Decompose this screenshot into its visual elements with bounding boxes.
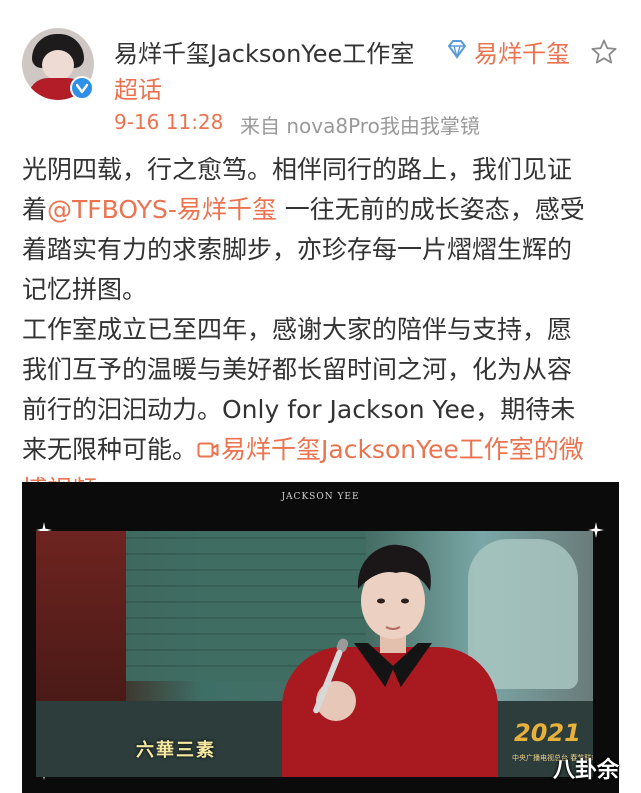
post-source: 来自 nova8Pro我由我掌镜 — [240, 114, 480, 138]
video-frame: 六華三素 2021 中央广播电视总台 春节联欢晚会 — [36, 531, 593, 777]
post-line: 来无限种可能。 易烊千玺JacksonYee工作室的微 — [22, 435, 584, 464]
post-line: 工作室成立已至四年，感谢大家的陪伴与支持，愿 — [22, 315, 573, 344]
video-player[interactable]: JACKSON YEE 六華三素 2021 中央广播电视总台 春节联欢晚会 — [22, 482, 619, 793]
super-topic-link[interactable]: 易烊千玺 — [474, 34, 570, 69]
watermark: 八卦余 — [553, 758, 620, 783]
post-time: 9-16 11:28 — [114, 110, 224, 134]
video-link[interactable]: 易烊千玺JacksonYee工作室的微 — [197, 435, 584, 464]
video-caption: 六華三素 — [136, 740, 216, 761]
mention-link[interactable]: @TFBOYS-易烊千玺 — [47, 195, 277, 224]
star-icon[interactable] — [590, 38, 618, 66]
post-line: 记忆拼图。 — [22, 275, 148, 304]
video-link-icon — [197, 442, 219, 458]
post-header: 易烊千玺JacksonYee工作室 易烊千玺 超话 9-16 11:28 来自 … — [0, 0, 641, 150]
post-line: 着@TFBOYS-易烊千玺 一往无前的成长姿态，感受 — [22, 195, 585, 224]
verified-badge-icon — [70, 76, 94, 100]
post-line: 前行的汩汩动力。Only for Jackson Yee，期待未 — [22, 395, 576, 424]
performer-head — [357, 544, 431, 653]
video-title: JACKSON YEE — [281, 492, 360, 502]
post-line: 我们互予的温暖与美好都长留时间之河，化为从容 — [22, 355, 573, 384]
post-line: 光阴四载，行之愈笃。相伴同行的路上，我们见证 — [22, 155, 573, 184]
post-line: 着踏实有力的求索脚步，亦珍存每一片熠熠生辉的 — [22, 235, 573, 264]
super-topic-suffix[interactable]: 超话 — [114, 70, 162, 105]
post-text: 光阴四载，行之愈笃。相伴同行的路上，我们见证 着@TFBOYS-易烊千玺 一往无… — [22, 150, 627, 510]
account-name[interactable]: 易烊千玺JacksonYee工作室 — [114, 34, 414, 69]
diamond-icon — [448, 40, 466, 60]
